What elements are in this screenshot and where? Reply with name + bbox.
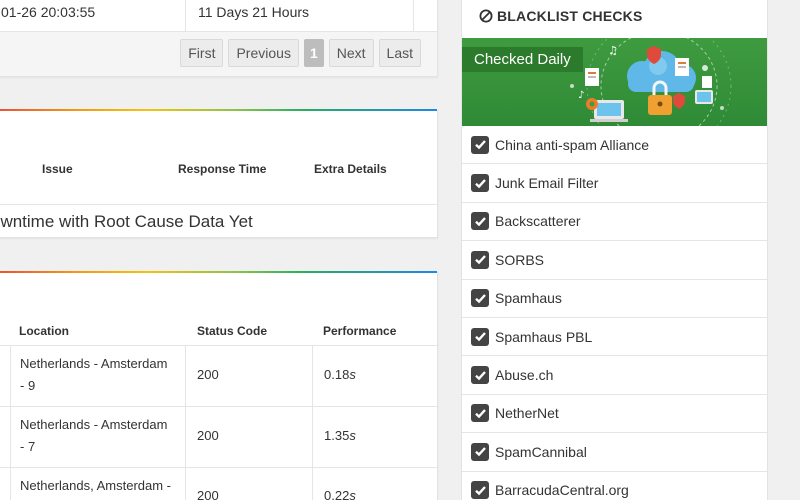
empty-state-message: owntime with Root Cause Data Yet [0,212,253,231]
performance-value: 0.22 [324,488,350,500]
column-header-status-code[interactable]: Status Code [197,324,267,338]
incident-start-date: 01-26 20:03:55 [1,4,96,20]
checkbox-checked-icon[interactable] [471,366,489,385]
row-performance: 0.22s [324,485,356,500]
column-header-issue[interactable]: Issue [42,162,73,176]
pagination-current-page[interactable]: 1 [303,39,324,67]
column-header-extra-details[interactable]: Extra Details [314,162,387,176]
blacklist-item-label: Junk Email Filter [495,175,599,192]
pagination-previous-button[interactable]: Previous [228,39,299,67]
checked-daily-label: Checked Daily [462,47,583,72]
pagination-last-button[interactable]: Last [378,39,421,67]
row-location: Netherlands - Amsterdam - 9 [20,353,167,397]
blacklist-panel: BLACKLIST CHECKS ♫ ♪ Checked Daily China… [461,0,768,500]
svg-text:♪: ♪ [578,90,584,101]
list-item[interactable]: Junk Email Filter [462,164,767,203]
blacklist-item-label: China anti-spam Alliance [495,136,650,153]
blacklist-item-label: SpamCannibal [495,443,587,460]
checkbox-checked-icon[interactable] [471,442,489,461]
list-item[interactable]: BarracudaCentral.org [462,472,767,500]
list-item[interactable]: Spamhaus [462,280,767,318]
page: 01-26 20:03:55 11 Days 21 Hours First Pr… [0,0,800,500]
checks-panel: Location Status Code Performance Netherl… [0,271,438,500]
blacklist-item-label: Spamhaus PBL [495,328,593,345]
checkbox-checked-icon[interactable] [471,212,489,231]
incident-duration: 11 Days 21 Hours [198,4,310,20]
panel-accent-bar [0,109,437,111]
blacklist-title-text: BLACKLIST CHECKS [497,8,643,24]
root-cause-panel: Issue Response Time Extra Details owntim… [0,109,438,238]
performance-unit: s [349,488,356,500]
list-item[interactable]: Spamhaus PBL [462,318,767,357]
performance-unit: s [349,367,356,382]
list-item[interactable]: SORBS [462,241,767,280]
list-item[interactable]: NetherNet [462,395,767,434]
row-performance: 0.18s [324,364,356,386]
blacklist-item-label: Spamhaus [495,290,562,307]
location-line: Netherlands - Amsterdam [20,356,168,371]
list-item[interactable]: Abuse.ch [462,356,767,395]
checkbox-checked-icon[interactable] [471,289,489,308]
row-performance: 1.35s [324,425,356,447]
incidents-panel: 01-26 20:03:55 11 Days 21 Hours First Pr… [0,0,438,77]
blacklist-item-label: BarracudaCentral.org [495,482,629,499]
pagination-first-button[interactable]: First [180,39,224,67]
list-item[interactable]: SpamCannibal [462,433,767,472]
row-location: Netherlands - Amsterdam - 7 [20,414,167,458]
performance-unit: s [349,428,356,443]
column-header-response-time[interactable]: Response Time [178,162,266,176]
row-status-code: 200 [197,488,219,500]
column-header-location[interactable]: Location [19,324,69,338]
blacklist-title: BLACKLIST CHECKS [479,8,643,24]
performance-value: 0.18 [324,367,350,382]
blacklist-item-label: NetherNet [495,405,559,422]
pagination-next-button[interactable]: Next [328,39,374,67]
panel-accent-bar [0,271,437,273]
checkbox-checked-icon[interactable] [471,481,489,500]
checkbox-checked-icon[interactable] [471,327,489,346]
blacklist-item-label: Abuse.ch [495,367,554,384]
svg-text:♫: ♫ [608,44,618,57]
checked-daily-banner: ♫ ♪ Checked Daily [462,38,767,126]
column-header-performance[interactable]: Performance [323,324,396,338]
list-item[interactable]: China anti-spam Alliance [462,126,767,165]
location-line: - 7 [20,439,36,454]
checkbox-checked-icon[interactable] [471,174,489,193]
row-status-code: 200 [197,428,219,443]
list-item[interactable]: Backscatterer [462,203,767,242]
row-location: Netherlands, Amsterdam - [20,475,171,497]
pagination: First Previous 1 Next Last [180,39,421,67]
checkbox-checked-icon[interactable] [471,250,489,269]
location-line: Netherlands - Amsterdam [20,417,168,432]
location-line: Netherlands, Amsterdam - [20,478,172,493]
incident-row: 01-26 20:03:55 11 Days 21 Hours [0,0,437,32]
checkbox-checked-icon[interactable] [471,135,489,154]
blacklist-item-label: SORBS [495,251,545,268]
blacklist-list: China anti-spam Alliance Junk Email Filt… [462,126,767,500]
blacklist-item-label: Backscatterer [495,213,581,230]
location-line: - 9 [20,378,36,393]
performance-value: 1.35 [324,428,350,443]
row-status-code: 200 [197,367,219,382]
ban-icon [479,9,493,23]
checkbox-checked-icon[interactable] [471,404,489,423]
